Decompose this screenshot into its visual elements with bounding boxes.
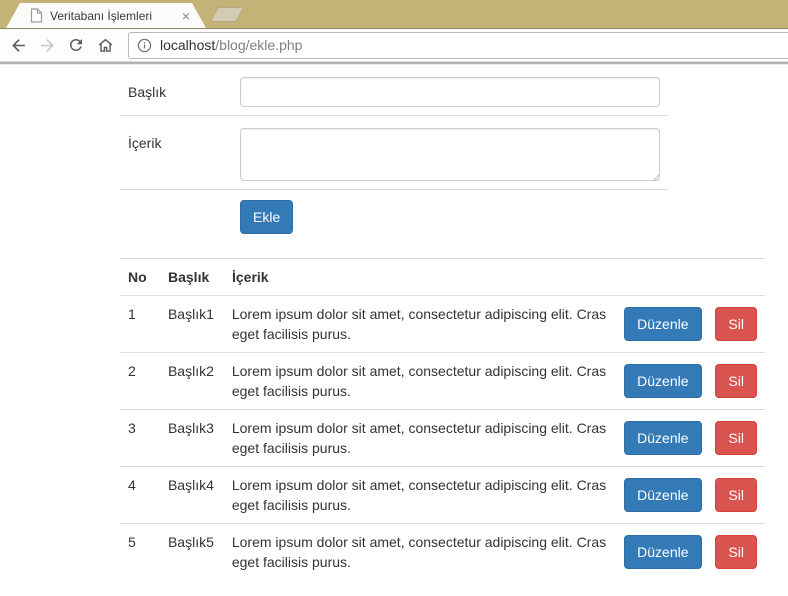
add-post-form: Başlık İçerik Ekle [120,65,668,242]
row-content: Lorem ipsum dolor sit amet, consectetur … [231,420,607,456]
address-bar[interactable]: localhost/blog/ekle.php [128,31,788,59]
table-row: 3 Başlık3 Lorem ipsum dolor sit amet, co… [120,409,765,466]
edit-button[interactable]: Düzenle [624,307,702,341]
row-title: Başlık5 [167,534,214,550]
row-title: Başlık4 [167,477,214,493]
delete-button[interactable]: Sil [715,535,757,569]
tab-close-icon[interactable]: × [180,9,192,23]
browser-titlebar: Veritabanı İşlemleri × [0,0,788,28]
form-row-title: Başlık [120,65,668,115]
home-icon[interactable] [95,35,115,55]
form-row-submit: Ekle [120,189,668,242]
delete-button[interactable]: Sil [715,478,757,512]
page-content: Başlık İçerik Ekle No Başlık İçerik 1 Ba… [0,65,788,580]
forward-arrow-icon[interactable] [37,35,57,55]
delete-button[interactable]: Sil [715,364,757,398]
header-title: Başlık [168,269,210,285]
url-host: localhost [160,37,216,53]
title-label: Başlık [128,84,167,100]
edit-button[interactable]: Düzenle [624,478,702,512]
table-row: 1 Başlık1 Lorem ipsum dolor sit amet, co… [120,296,765,352]
tab-title: Veritabanı İşlemleri [50,8,153,23]
browser-toolbar: localhost/blog/ekle.php [0,29,788,62]
row-no: 3 [128,420,136,436]
table-row: 5 Başlık5 Lorem ipsum dolor sit amet, co… [120,523,765,580]
form-row-content: İçerik [120,115,668,189]
row-title: Başlık2 [167,363,214,379]
table-row: 2 Başlık2 Lorem ipsum dolor sit amet, co… [120,352,765,409]
add-button[interactable]: Ekle [240,200,294,234]
content-label: İçerik [128,135,162,151]
row-content: Lorem ipsum dolor sit amet, consectetur … [231,534,607,570]
row-content: Lorem ipsum dolor sit amet, consectetur … [231,363,607,399]
row-title: Başlık1 [167,306,214,322]
edit-button[interactable]: Düzenle [624,364,702,398]
browser-tab[interactable]: Veritabanı İşlemleri × [6,3,206,28]
row-content: Lorem ipsum dolor sit amet, consectetur … [231,477,607,513]
edit-button[interactable]: Düzenle [624,535,702,569]
header-no: No [128,269,147,285]
back-arrow-icon[interactable] [8,35,28,55]
title-input[interactable] [240,77,660,107]
row-no: 5 [128,534,136,550]
header-content: İçerik [232,269,269,285]
row-no: 2 [128,363,136,379]
content-textarea[interactable] [240,128,660,181]
new-tab-button[interactable] [210,7,244,22]
posts-table: No Başlık İçerik 1 Başlık1 Lorem ipsum d… [120,258,765,580]
row-no: 4 [128,477,136,493]
row-content: Lorem ipsum dolor sit amet, consectetur … [231,306,607,342]
edit-button[interactable]: Düzenle [624,421,702,455]
table-header-row: No Başlık İçerik [120,259,765,296]
reload-icon[interactable] [66,35,86,55]
tab-favicon-document-icon [30,8,43,23]
info-icon[interactable] [136,37,153,54]
table-row: 4 Başlık4 Lorem ipsum dolor sit amet, co… [120,466,765,523]
row-no: 1 [128,306,136,322]
url-text: localhost/blog/ekle.php [160,37,302,53]
row-title: Başlık3 [167,420,214,436]
delete-button[interactable]: Sil [715,307,757,341]
delete-button[interactable]: Sil [715,421,757,455]
url-path: /blog/ekle.php [215,37,303,53]
